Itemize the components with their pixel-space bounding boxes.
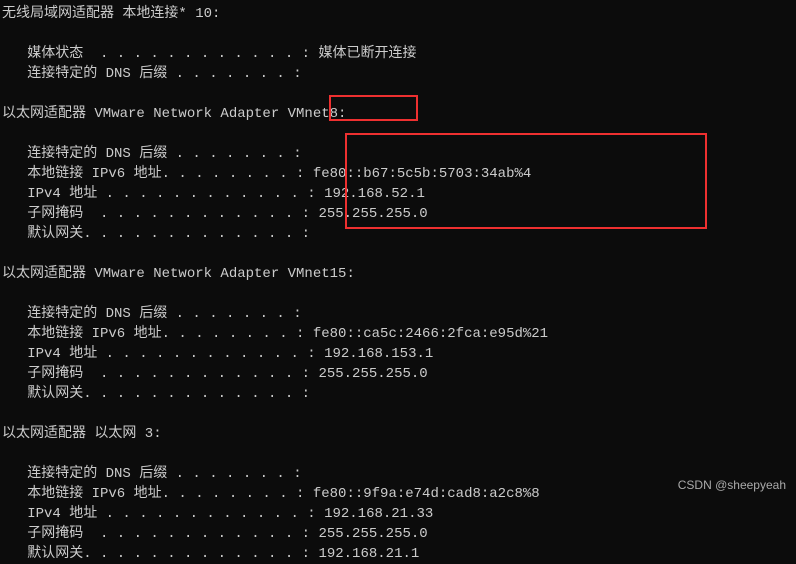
ipv6-label: 本地链接 IPv6 地址. . . . . . . . : [2,166,313,182]
subnet-row: 子网掩码 . . . . . . . . . . . . : 255.255.2… [2,364,794,384]
gateway-row: 默认网关. . . . . . . . . . . . . : [2,224,794,244]
subnet-value: 255.255.255.0 [318,206,427,222]
subnet-label: 子网掩码 . . . . . . . . . . . . : [2,206,318,222]
subnet-label: 子网掩码 . . . . . . . . . . . . : [2,526,318,542]
blank-line [2,284,794,304]
blank-line [2,84,794,104]
subnet-row: 子网掩码 . . . . . . . . . . . . : 255.255.2… [2,204,794,224]
ipv6-row: 本地链接 IPv6 地址. . . . . . . . : fe80::9f9a… [2,484,794,504]
dns-suffix-row: 连接特定的 DNS 后缀 . . . . . . . : [2,144,794,164]
ipv6-value: fe80::b67:5c5b:5703:34ab%4 [313,166,531,182]
ipv4-row: IPv4 地址 . . . . . . . . . . . . : 192.16… [2,344,794,364]
terminal-output: 无线局域网适配器 本地连接* 10: 媒体状态 . . . . . . . . … [2,4,794,564]
gateway-row: 默认网关. . . . . . . . . . . . . : [2,384,794,404]
gateway-row: 默认网关. . . . . . . . . . . . . : 192.168.… [2,544,794,564]
adapter-header: 以太网适配器 以太网 3: [2,424,794,444]
ipv6-row: 本地链接 IPv6 地址. . . . . . . . : fe80::ca5c… [2,324,794,344]
ipv6-value: fe80::ca5c:2466:2fca:e95d%21 [313,326,548,342]
blank-line [2,244,794,264]
ipv4-value: 192.168.153.1 [324,346,433,362]
subnet-value: 255.255.255.0 [318,366,427,382]
dns-suffix-row: 连接特定的 DNS 后缀 . . . . . . . : [2,304,794,324]
adapter-header: 以太网适配器 VMware Network Adapter VMnet15: [2,264,794,284]
ipv6-row: 本地链接 IPv6 地址. . . . . . . . : fe80::b67:… [2,164,794,184]
ipv4-label: IPv4 地址 . . . . . . . . . . . . : [2,346,324,362]
media-state-label: 媒体状态 . . . . . . . . . . . . : [2,46,318,62]
gateway-label: 默认网关. . . . . . . . . . . . . : [2,546,318,562]
subnet-value: 255.255.255.0 [318,526,427,542]
ipv4-label: IPv4 地址 . . . . . . . . . . . . : [2,506,324,522]
watermark-text: CSDN @sheepyeah [678,477,786,494]
media-state-row: 媒体状态 . . . . . . . . . . . . : 媒体已断开连接 [2,44,794,64]
adapter-header: 以太网适配器 VMware Network Adapter VMnet8: [2,104,794,124]
blank-line [2,444,794,464]
ipv4-label: IPv4 地址 . . . . . . . . . . . . : [2,186,324,202]
subnet-label: 子网掩码 . . . . . . . . . . . . : [2,366,318,382]
blank-line [2,124,794,144]
adapter-header: 无线局域网适配器 本地连接* 10: [2,4,794,24]
ipv6-label: 本地链接 IPv6 地址. . . . . . . . : [2,326,313,342]
media-state-value: 媒体已断开连接 [318,46,416,62]
ipv4-value: 192.168.21.33 [324,506,433,522]
blank-line [2,24,794,44]
dns-suffix-row: 连接特定的 DNS 后缀 . . . . . . . : [2,464,794,484]
gateway-value: 192.168.21.1 [318,546,419,562]
dns-suffix-row: 连接特定的 DNS 后缀 . . . . . . . : [2,64,794,84]
blank-line [2,404,794,424]
ipv4-value: 192.168.52.1 [324,186,425,202]
subnet-row: 子网掩码 . . . . . . . . . . . . : 255.255.2… [2,524,794,544]
ipv4-row: IPv4 地址 . . . . . . . . . . . . : 192.16… [2,184,794,204]
ipv4-row: IPv4 地址 . . . . . . . . . . . . : 192.16… [2,504,794,524]
